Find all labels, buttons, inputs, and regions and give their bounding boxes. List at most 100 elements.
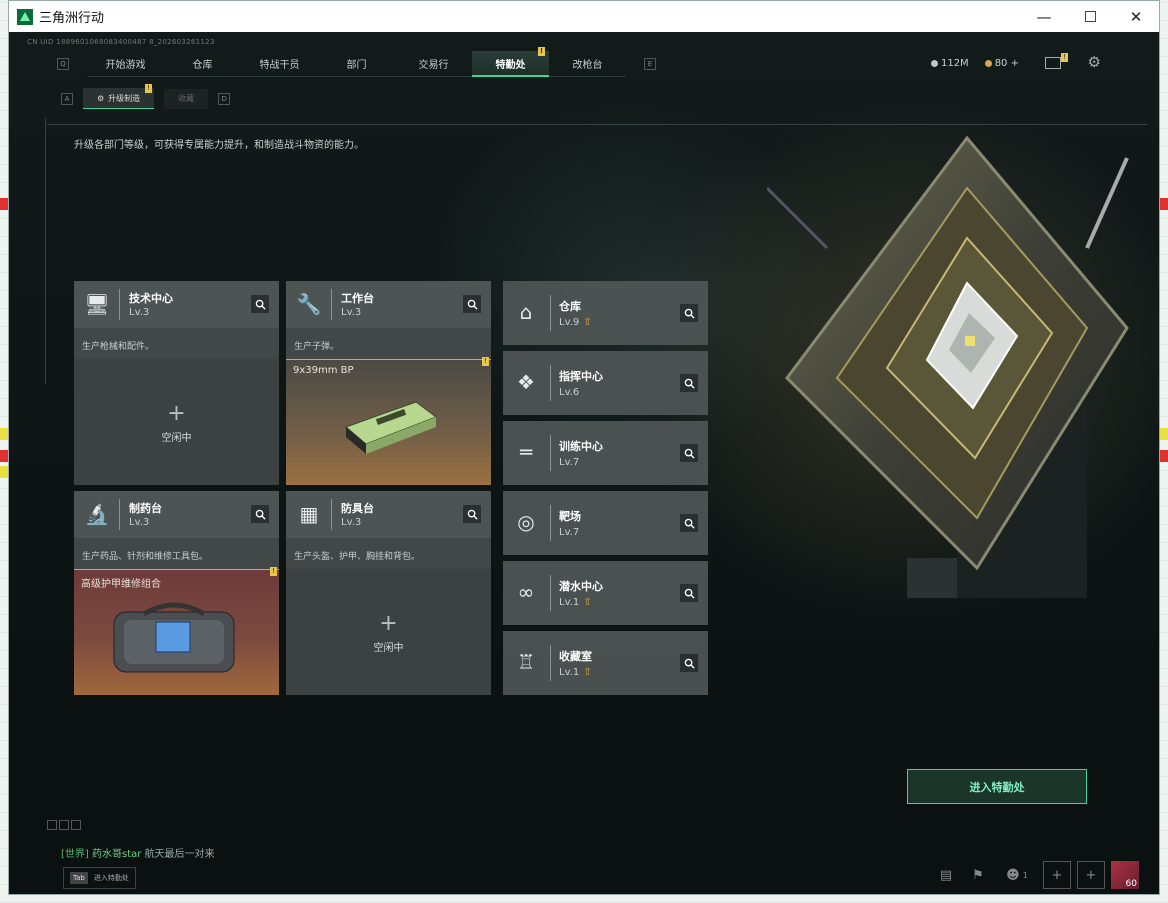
- search-button[interactable]: [463, 505, 481, 523]
- search-button[interactable]: [463, 295, 481, 313]
- minimize-button[interactable]: —: [1021, 1, 1067, 32]
- production-card-armor-bench[interactable]: ▦ 防具台 Lv.3 生产头盔、护甲、胸挂和背包。 + 空闲中: [286, 491, 491, 695]
- money-display[interactable]: 112M: [930, 58, 969, 69]
- chat-line[interactable]: [世界] 药水哥star 航天最后一对来: [61, 845, 215, 860]
- search-button[interactable]: [680, 514, 698, 532]
- decor-square: [59, 820, 69, 830]
- plus-icon: +: [167, 401, 186, 426]
- production-slot[interactable]: 9x39mm BP !: [286, 357, 491, 485]
- card-header: 🖥 技术中心 Lv.3: [74, 281, 279, 328]
- chat-player[interactable]: 药水哥star: [92, 849, 141, 860]
- item-badge: !: [270, 567, 277, 576]
- search-icon: [684, 588, 695, 599]
- level-text: Lv.1: [559, 667, 580, 678]
- decor-square: [47, 820, 57, 830]
- card-level: Lv.3: [129, 517, 150, 528]
- card-title: 制药台: [129, 502, 162, 515]
- coin-icon: [984, 59, 992, 67]
- gear-icon[interactable]: ⚙: [1088, 53, 1101, 71]
- card-header: 🔧 工作台 Lv.3: [286, 281, 491, 328]
- subnav-right-key[interactable]: D: [218, 92, 231, 105]
- production-slot[interactable]: 高级护甲维修组合 !: [74, 567, 279, 695]
- card-title: 工作台: [341, 292, 374, 305]
- item-name: 9x39mm BP: [293, 365, 354, 376]
- tab-departments[interactable]: 部门: [318, 52, 395, 77]
- sub-nav: A ⚙ 升级制造 ! 收藏 D: [61, 84, 231, 109]
- card-level: Lv.1 ⇧: [559, 667, 592, 678]
- search-button[interactable]: [680, 374, 698, 392]
- bottom-toolbar: ▤ ⚑ ☻ 1 + + 60: [933, 861, 1139, 889]
- add-member-button[interactable]: +: [1077, 861, 1105, 889]
- production-card-workbench[interactable]: 🔧 工作台 Lv.3 生产子弹。 9x39mm BP !: [286, 281, 491, 485]
- department-card-warehouse[interactable]: ⌂ 仓库 Lv.9 ⇧: [503, 281, 708, 345]
- close-button[interactable]: ✕: [1113, 1, 1159, 32]
- search-button[interactable]: [251, 505, 269, 523]
- search-button[interactable]: [680, 304, 698, 322]
- card-title: 潜水中心: [559, 580, 603, 593]
- search-icon: [467, 299, 478, 310]
- subtab-collection[interactable]: 收藏: [164, 88, 209, 109]
- squad-button[interactable]: ☻ 1: [997, 862, 1037, 888]
- flag-icon[interactable]: ⚑: [965, 862, 991, 888]
- card-level: Lv.7: [559, 457, 580, 468]
- search-button[interactable]: [680, 584, 698, 602]
- production-slot[interactable]: + 空闲中: [286, 569, 491, 695]
- search-button[interactable]: [251, 295, 269, 313]
- search-icon: [255, 509, 266, 520]
- tab-special-ops[interactable]: 特勤处 !: [472, 47, 549, 77]
- nav-left-key[interactable]: Q: [57, 58, 69, 70]
- production-card-tech-center[interactable]: 🖥 技术中心 Lv.3 生产枪械和配件。 + 空闲中: [74, 281, 279, 485]
- card-header: ▦ 防具台 Lv.3: [286, 491, 491, 538]
- tab-hint[interactable]: Tab 进入特勤处: [63, 867, 136, 889]
- production-slot[interactable]: + 空闲中: [74, 359, 279, 485]
- mail-icon[interactable]: !: [1045, 53, 1068, 69]
- chat-channel: [世界]: [61, 849, 89, 860]
- title-bar[interactable]: 三角洲行动 — ✕: [9, 1, 1159, 32]
- tab-operators[interactable]: 特战干员: [241, 52, 318, 77]
- stats-icon[interactable]: ▤: [933, 862, 959, 888]
- page-description: 升级各部门等级，可获得专属能力提升，和制造战斗物资的能力。: [74, 140, 364, 151]
- subnav-left-key[interactable]: A: [61, 92, 73, 105]
- maximize-icon: [1084, 11, 1096, 22]
- card-description: 生产子弹。: [294, 342, 340, 352]
- plus-icon: +: [379, 611, 398, 636]
- department-card-diving-center[interactable]: ∞ 潜水中心 Lv.1 ⇧: [503, 561, 708, 625]
- nav-right-key[interactable]: E: [644, 58, 656, 70]
- item-name: 高级护甲维修组合: [81, 579, 161, 590]
- ammo-box-icon: [345, 401, 438, 454]
- coin-amount: 80: [994, 58, 1008, 69]
- production-card-pharmacy[interactable]: 🔬 制药台 Lv.3 生产药品、针剂和维修工具包。 高级护甲维修组合 !: [74, 491, 279, 695]
- chat-message: 航天最后一对来: [144, 849, 215, 860]
- search-button[interactable]: [680, 444, 698, 462]
- money-amount: 112M: [940, 58, 969, 69]
- money-icon: [930, 59, 938, 67]
- department-card-training-center[interactable]: ═ 训练中心 Lv.7: [503, 421, 708, 485]
- tab-gunsmith[interactable]: 改枪台: [549, 52, 626, 77]
- separator: [550, 645, 551, 681]
- tab-trading[interactable]: 交易行: [395, 52, 472, 77]
- tab-warehouse[interactable]: 仓库: [164, 52, 241, 77]
- department-card-command-center[interactable]: ❖ 指挥中心 Lv.6: [503, 351, 708, 415]
- add-coins[interactable]: +: [1011, 58, 1019, 69]
- coin-display[interactable]: 80 +: [984, 58, 1019, 69]
- card-title: 收藏室: [559, 650, 592, 663]
- decor-square: [71, 820, 81, 830]
- enter-special-ops-button[interactable]: 进入特勤处: [907, 769, 1087, 804]
- search-icon: [684, 378, 695, 389]
- maximize-button[interactable]: [1067, 1, 1113, 32]
- card-level: Lv.3: [129, 307, 150, 318]
- add-member-button[interactable]: +: [1043, 861, 1071, 889]
- card-description: 生产枪械和配件。: [82, 342, 155, 352]
- notification-badge: !: [538, 47, 545, 56]
- search-icon: [684, 448, 695, 459]
- edge-marker: [1160, 450, 1168, 462]
- tab-start-game[interactable]: 开始游戏: [87, 52, 164, 77]
- avatar[interactable]: 60: [1111, 861, 1139, 889]
- enter-special-ops-label: 进入特勤处: [969, 780, 1025, 794]
- search-button[interactable]: [680, 654, 698, 672]
- player-level: 60: [1125, 879, 1137, 889]
- department-card-collection-room[interactable]: ♖ 收藏室 Lv.1 ⇧: [503, 631, 708, 695]
- department-card-shooting-range[interactable]: ◎ 靶场 Lv.7: [503, 491, 708, 555]
- currency-display: 112M 80 +: [930, 58, 1019, 69]
- subtab-upgrade-craft[interactable]: ⚙ 升级制造 !: [83, 84, 155, 109]
